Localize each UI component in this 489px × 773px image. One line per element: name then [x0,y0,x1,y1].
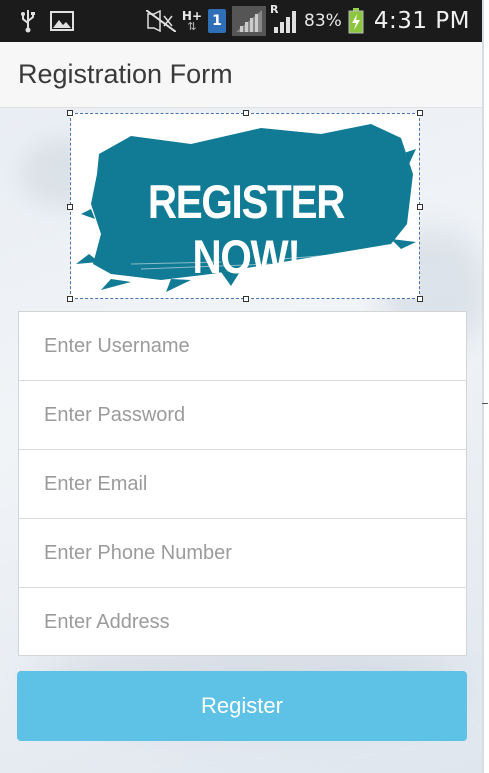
username-field-row [19,312,466,381]
address-input[interactable] [44,611,466,634]
registration-form [18,311,467,656]
hplus-data-icon: H+ ⇅ [181,8,203,33]
battery-charging-icon [348,8,364,34]
password-field-row [19,381,466,450]
password-input[interactable] [44,403,466,427]
email-input[interactable] [44,472,466,496]
register-button[interactable]: Register [17,671,467,741]
image-icon [50,11,74,31]
phone-field-row [19,519,466,588]
usb-icon [20,9,36,33]
mute-icon [145,10,176,32]
clock: 4:31 PM [373,8,470,34]
register-now-banner: REGISTER NOW! [67,110,423,302]
action-bar: Registration Form [0,42,482,108]
battery-percent: 83% [304,11,342,31]
username-input[interactable] [44,334,466,358]
email-field-row [19,450,466,519]
device-screen: H+ ⇅ 1 R 83% 4:31 PM Registration Form R… [0,0,484,773]
banner-text: REGISTER NOW! [147,175,346,283]
signal-icon [232,6,267,36]
roaming-signal-icon: R [270,3,298,33]
phone-input[interactable] [44,541,466,565]
status-bar: H+ ⇅ 1 R 83% 4:31 PM [0,0,482,42]
page-title: Registration Form [18,59,233,89]
sim-icon: 1 [208,9,227,33]
address-field-row [19,588,466,657]
